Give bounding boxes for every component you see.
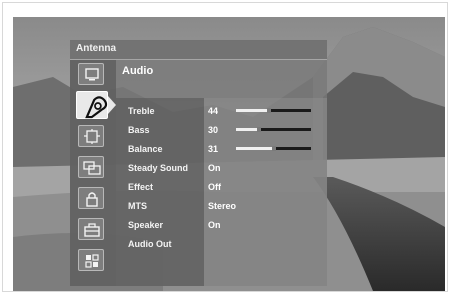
slider-knob[interactable] xyxy=(267,108,271,113)
slider-fill xyxy=(236,109,269,112)
screenshot-frame: Antenna Audio Treble 44 Bass 30 Balance 31 Ste… xyxy=(2,2,448,292)
option-label: Audio Out xyxy=(128,239,172,249)
slider-knob[interactable] xyxy=(257,127,261,132)
tv-screen: Antenna Audio Treble 44 Bass 30 Balance 31 Ste… xyxy=(13,17,445,291)
picture-icon[interactable] xyxy=(78,63,104,85)
option-value: 30 xyxy=(208,125,219,135)
option-row-audio-out[interactable]: Audio Out xyxy=(70,239,327,255)
option-value: Stereo xyxy=(208,201,237,211)
settings-menu: Antenna Audio Treble 44 Bass 30 Balance 31 Ste… xyxy=(70,40,327,286)
level-slider[interactable] xyxy=(236,127,311,132)
option-value: 31 xyxy=(208,144,219,154)
option-label: Effect xyxy=(128,182,154,192)
option-value: On xyxy=(208,220,221,230)
option-value: On xyxy=(208,163,221,173)
option-row-bass[interactable]: Bass 30 xyxy=(70,125,327,141)
option-label: MTS xyxy=(128,201,147,211)
slider-fill xyxy=(236,128,259,131)
menu-body: Audio Treble 44 Bass 30 Balance 31 Steady Soun… xyxy=(70,60,327,286)
option-label: Speaker xyxy=(128,220,164,230)
option-value: Off xyxy=(208,182,221,192)
slider-knob[interactable] xyxy=(272,146,276,151)
picture-icon-glyph xyxy=(85,68,99,81)
option-label: Treble xyxy=(128,106,155,116)
option-label: Bass xyxy=(128,125,150,135)
option-row-mts[interactable]: MTS Stereo xyxy=(70,201,327,217)
option-row-effect[interactable]: Effect Off xyxy=(70,182,327,198)
option-label: Steady Sound xyxy=(128,163,189,173)
option-row-steady-sound[interactable]: Steady Sound On xyxy=(70,163,327,179)
slider-fill xyxy=(236,147,274,150)
level-slider[interactable] xyxy=(236,108,311,113)
option-value: 44 xyxy=(208,106,219,116)
menu-title: Antenna xyxy=(76,43,116,54)
option-row-speaker[interactable]: Speaker On xyxy=(70,220,327,236)
menu-titlebar: Antenna xyxy=(70,40,327,60)
option-label: Balance xyxy=(128,144,163,154)
level-slider[interactable] xyxy=(236,146,311,151)
option-row-balance[interactable]: Balance 31 xyxy=(70,144,327,160)
option-row-treble[interactable]: Treble 44 xyxy=(70,106,327,122)
section-title: Audio xyxy=(122,65,154,77)
